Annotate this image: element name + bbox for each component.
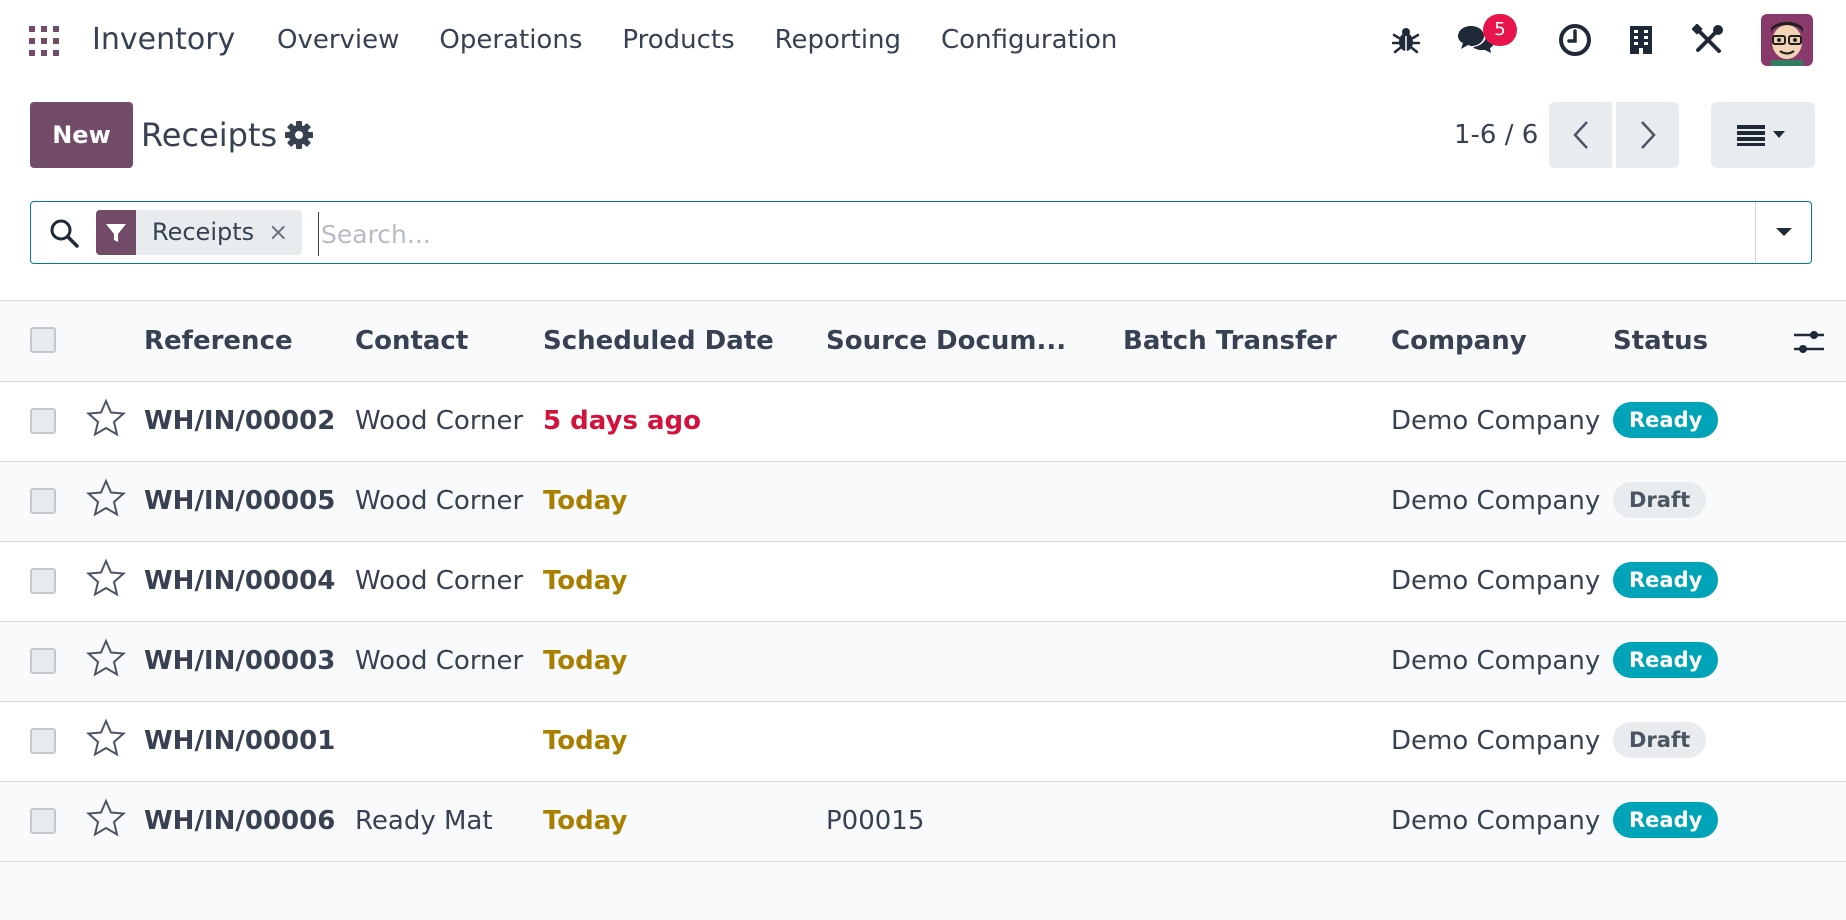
row-checkbox[interactable] [30, 728, 56, 754]
cell-company: Demo Company [1391, 726, 1601, 756]
row-checkbox[interactable] [30, 568, 56, 594]
row-checkbox[interactable] [30, 808, 56, 834]
table-body: WH/IN/00002 Wood Corner 5 days ago Demo … [0, 382, 1846, 862]
pager-value[interactable]: 1-6 / 6 [1454, 118, 1538, 152]
cell-contact: Wood Corner [355, 406, 524, 436]
clock-icon[interactable] [1555, 20, 1595, 60]
search-bar: Receipts × [30, 201, 1812, 264]
table-row[interactable]: WH/IN/00004 Wood Corner Today Demo Compa… [0, 542, 1846, 622]
cell-contact: Wood Corner [355, 486, 524, 516]
search-facet: Receipts × [96, 210, 303, 255]
table-row[interactable]: WH/IN/00003 Wood Corner Today Demo Compa… [0, 622, 1846, 702]
status-badge: Ready [1613, 802, 1719, 838]
cell-scheduled-date: Today [543, 726, 628, 756]
star-icon[interactable] [86, 718, 126, 758]
status-badge: Ready [1613, 562, 1719, 598]
search-icon[interactable] [49, 218, 79, 248]
status-badge: Draft [1613, 722, 1707, 758]
row-checkbox[interactable] [30, 408, 56, 434]
star-icon[interactable] [86, 558, 126, 598]
menu-overview[interactable]: Overview [277, 20, 399, 60]
star-icon[interactable] [86, 798, 126, 838]
bug-icon[interactable] [1386, 20, 1426, 60]
search-input[interactable] [318, 212, 1773, 256]
top-navbar: Inventory Overview Operations Products R… [0, 0, 1846, 80]
list-view-icon [1737, 125, 1785, 146]
menu-reporting[interactable]: Reporting [775, 20, 901, 60]
status-badge: Draft [1613, 482, 1707, 518]
app-name[interactable]: Inventory [92, 20, 235, 60]
header-company[interactable]: Company [1391, 301, 1527, 381]
cell-reference: WH/IN/00004 [144, 566, 336, 596]
table-header: Reference Contact Scheduled Date Source … [0, 300, 1846, 382]
caret-down-icon [1776, 228, 1792, 236]
chevron-left-icon [1572, 121, 1588, 149]
cell-company: Demo Company [1391, 806, 1601, 836]
filter-icon [96, 210, 136, 255]
header-source-document[interactable]: Source Docum... [826, 301, 1066, 381]
new-button[interactable]: New [30, 102, 133, 168]
table-row[interactable]: WH/IN/00002 Wood Corner 5 days ago Demo … [0, 382, 1846, 462]
table-row[interactable]: WH/IN/00006 Ready Mat Today P00015 Demo … [0, 782, 1846, 862]
menu-configuration[interactable]: Configuration [941, 20, 1117, 60]
gear-icon[interactable] [284, 120, 314, 150]
view-switcher-button[interactable] [1711, 102, 1815, 168]
cell-reference: WH/IN/00005 [144, 486, 336, 516]
main-menu: Overview Operations Products Reporting C… [277, 20, 1117, 60]
cell-scheduled-date: 5 days ago [543, 406, 701, 436]
table-row[interactable]: WH/IN/00001 Today Demo Company Draft [0, 702, 1846, 782]
select-all-checkbox[interactable] [30, 327, 56, 353]
search-options-toggle[interactable] [1755, 202, 1812, 262]
menu-products[interactable]: Products [622, 20, 734, 60]
page-title: Receipts [141, 116, 278, 154]
cell-reference: WH/IN/00003 [144, 646, 336, 676]
row-checkbox[interactable] [30, 648, 56, 674]
receipts-table: Reference Contact Scheduled Date Source … [0, 300, 1846, 862]
pager-next-button[interactable] [1616, 102, 1679, 168]
star-icon[interactable] [86, 638, 126, 678]
chevron-right-icon [1640, 121, 1656, 149]
cell-company: Demo Company [1391, 406, 1601, 436]
cell-scheduled-date: Today [543, 646, 628, 676]
user-avatar[interactable] [1761, 14, 1813, 66]
chat-badge: 5 [1483, 14, 1517, 46]
table-row[interactable]: WH/IN/00005 Wood Corner Today Demo Compa… [0, 462, 1846, 542]
menu-operations[interactable]: Operations [439, 20, 582, 60]
building-icon[interactable] [1621, 20, 1661, 60]
star-icon[interactable] [86, 398, 126, 438]
cell-company: Demo Company [1391, 566, 1601, 596]
pager-previous-button[interactable] [1549, 102, 1612, 168]
status-badge: Ready [1613, 642, 1719, 678]
header-scheduled-date[interactable]: Scheduled Date [543, 301, 774, 381]
facet-label: Receipts [152, 218, 255, 246]
cell-scheduled-date: Today [543, 566, 628, 596]
facet-remove-button[interactable]: × [268, 210, 302, 255]
header-reference[interactable]: Reference [144, 301, 293, 381]
apps-grid-icon[interactable] [29, 26, 59, 56]
cell-company: Demo Company [1391, 486, 1601, 516]
cell-scheduled-date: Today [543, 806, 628, 836]
cell-company: Demo Company [1391, 646, 1601, 676]
cell-reference: WH/IN/00001 [144, 726, 336, 756]
cell-source-document: P00015 [826, 806, 925, 836]
status-badge: Ready [1613, 402, 1719, 438]
header-status[interactable]: Status [1613, 301, 1708, 381]
cell-scheduled-date: Today [543, 486, 628, 516]
optional-columns-icon[interactable] [1792, 325, 1826, 359]
cell-reference: WH/IN/00006 [144, 806, 336, 836]
header-batch-transfer[interactable]: Batch Transfer [1123, 301, 1337, 381]
tools-icon[interactable] [1688, 20, 1728, 60]
row-checkbox[interactable] [30, 488, 56, 514]
cell-contact: Wood Corner [355, 646, 524, 676]
cell-reference: WH/IN/00002 [144, 406, 336, 436]
star-icon[interactable] [86, 478, 126, 518]
cell-contact: Ready Mat [355, 806, 493, 836]
header-contact[interactable]: Contact [355, 301, 468, 381]
cell-contact: Wood Corner [355, 566, 524, 596]
